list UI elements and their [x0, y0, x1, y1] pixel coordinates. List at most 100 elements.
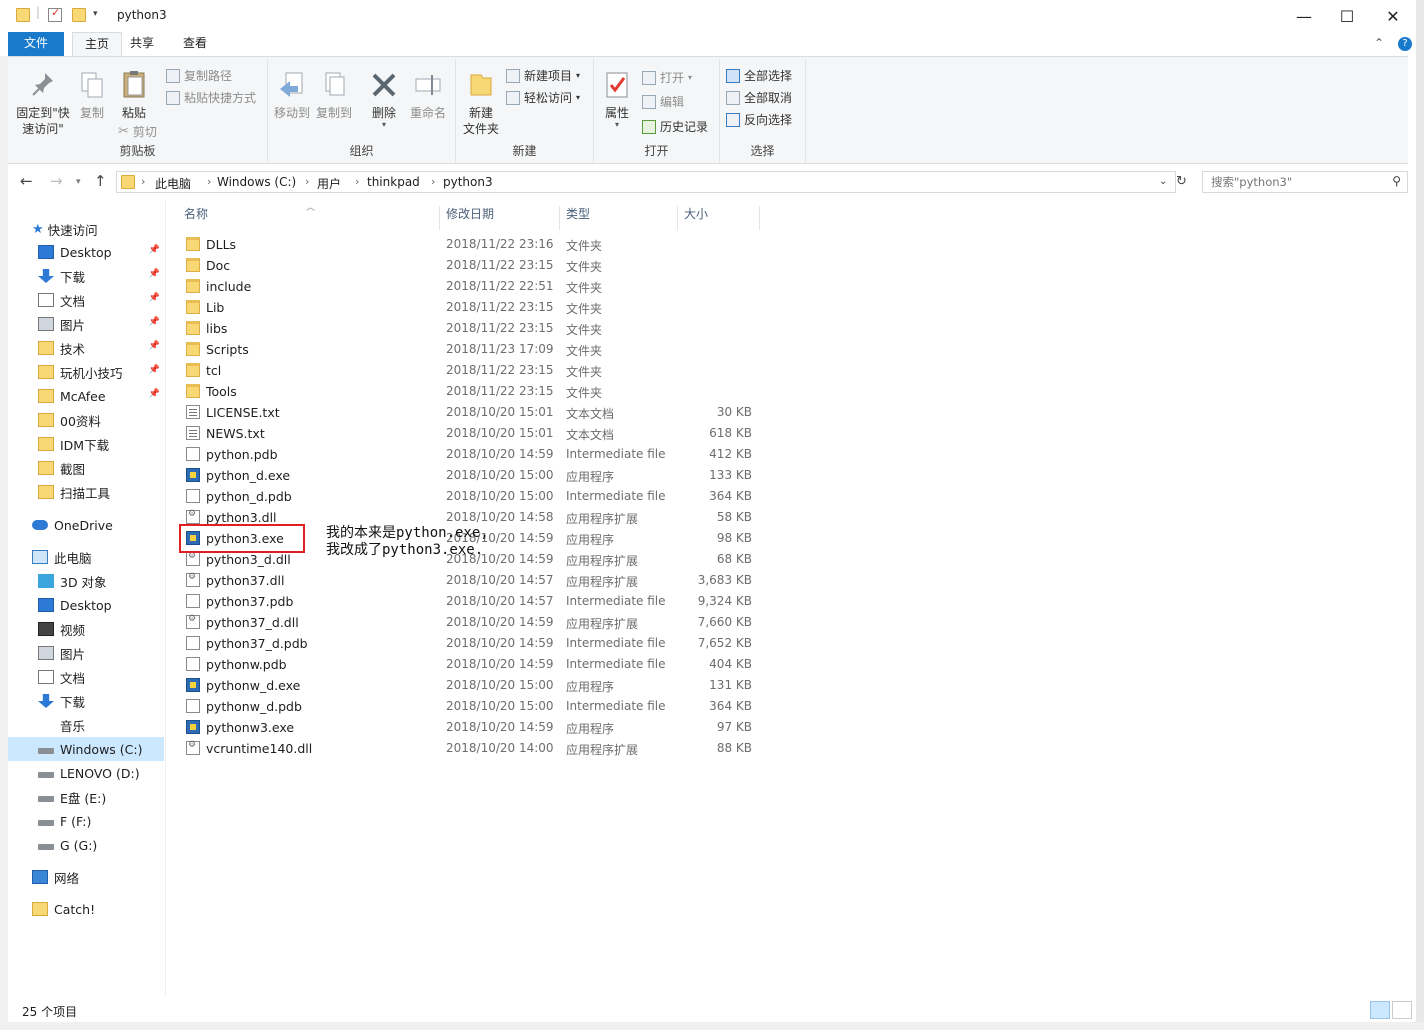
nav-pc-item-9[interactable]: E盘 (E:): [8, 785, 164, 809]
paste-shortcut-button[interactable]: 粘贴快捷方式: [166, 89, 256, 106]
nav-pc-item-3[interactable]: 图片: [8, 641, 164, 665]
nav-item-6[interactable]: McAfee 📌: [8, 384, 164, 408]
pin-quick-access-button[interactable]: 固定到"快 速访问": [12, 69, 74, 137]
select-all-button[interactable]: 全部选择: [726, 67, 792, 84]
file-row[interactable]: pythonw_d.exe 2018/10/20 15:00 应用程序 131 KB: [182, 675, 762, 696]
nav-pc-item-8[interactable]: LENOVO (D:): [8, 761, 164, 785]
properties-dropdown-icon[interactable]: ▾: [598, 121, 636, 129]
nav-item-4[interactable]: 技术 📌: [8, 336, 164, 360]
file-row[interactable]: pythonw.pdb 2018/10/20 14:59 Intermediate …: [182, 654, 762, 675]
search-icon[interactable]: ⚲: [1392, 174, 1401, 188]
close-button[interactable]: ✕: [1370, 0, 1416, 32]
delete-button[interactable]: 删除 ▾: [364, 69, 404, 129]
nav-pc-item-11[interactable]: G (G:): [8, 833, 164, 857]
nav-pc-item-7[interactable]: Windows (C:): [8, 737, 164, 761]
nav-item-1[interactable]: 下载 📌: [8, 264, 164, 288]
column-header-date[interactable]: 修改日期: [440, 206, 560, 230]
file-row[interactable]: vcruntime140.dll 2018/10/20 14:00 应用程序扩展 88…: [182, 738, 762, 759]
file-row[interactable]: tcl 2018/11/22 23:15 文件夹: [182, 360, 762, 381]
nav-pc-item-5[interactable]: 下载: [8, 689, 164, 713]
nav-pc-item-0[interactable]: 3D 对象: [8, 569, 164, 593]
collapse-ribbon-icon[interactable]: ⌃: [1374, 32, 1384, 56]
file-row[interactable]: pythonw_d.pdb 2018/10/20 15:00 Intermediat…: [182, 696, 762, 717]
address-dropdown-icon[interactable]: ⌄: [1159, 176, 1167, 187]
maximize-button[interactable]: ☐: [1324, 0, 1370, 32]
refresh-icon[interactable]: ↻: [1176, 174, 1187, 189]
easy-access-button[interactable]: 轻松访问 ▾: [506, 89, 580, 106]
minimize-button[interactable]: —: [1281, 0, 1327, 32]
nav-item-5[interactable]: 玩机小技巧 📌: [8, 360, 164, 384]
tab-share[interactable]: 共享: [118, 32, 166, 56]
nav-this-pc[interactable]: 此电脑: [8, 545, 164, 569]
pin-icon[interactable]: 📌: [149, 269, 160, 279]
history-button[interactable]: 历史记录: [642, 118, 708, 135]
cut-button[interactable]: ✂ 剪切: [118, 123, 157, 140]
file-row[interactable]: pythonw3.exe 2018/10/20 14:59 应用程序 97 KB: [182, 717, 762, 738]
pin-icon[interactable]: 📌: [149, 317, 160, 327]
edit-button[interactable]: 编辑: [642, 93, 684, 110]
details-view-icon[interactable]: [1370, 1001, 1390, 1019]
new-folder-button[interactable]: 新建 文件夹: [458, 69, 504, 137]
invert-selection-button[interactable]: 反向选择: [726, 111, 792, 128]
up-arrow-icon[interactable]: ↑: [94, 172, 107, 190]
breadcrumb-this-pc[interactable]: 此电脑: [155, 175, 191, 192]
properties-button[interactable]: 属性 ▾: [598, 69, 636, 129]
nav-item-10[interactable]: 扫描工具: [8, 480, 164, 504]
nav-pc-item-1[interactable]: Desktop: [8, 593, 164, 617]
file-row[interactable]: Doc 2018/11/22 23:15 文件夹: [182, 255, 762, 276]
nav-network[interactable]: 网络: [8, 865, 164, 889]
nav-item-3[interactable]: 图片 📌: [8, 312, 164, 336]
file-row[interactable]: python.pdb 2018/10/20 14:59 Intermediate f…: [182, 444, 762, 465]
column-header-size[interactable]: 大小: [678, 206, 760, 230]
back-arrow-icon[interactable]: ←: [20, 172, 33, 190]
pin-icon[interactable]: 📌: [149, 245, 160, 255]
nav-item-2[interactable]: 文档 📌: [8, 288, 164, 312]
file-row[interactable]: python_d.exe 2018/10/20 15:00 应用程序 133 KB: [182, 465, 762, 486]
tab-view[interactable]: 查看: [171, 32, 219, 56]
breadcrumb-thinkpad[interactable]: thinkpad: [367, 175, 420, 189]
tab-home[interactable]: 主页: [72, 32, 123, 56]
file-row[interactable]: python37_d.dll 2018/10/20 14:59 应用程序扩展 7,66…: [182, 612, 762, 633]
column-header-type[interactable]: 类型: [560, 206, 678, 230]
pin-icon[interactable]: 📌: [149, 389, 160, 399]
new-folder-quick-icon[interactable]: [72, 8, 86, 22]
breadcrumb-users[interactable]: 用户: [317, 175, 341, 192]
forward-arrow-icon[interactable]: →: [50, 172, 63, 190]
pin-icon[interactable]: 📌: [149, 365, 160, 375]
nav-item-0[interactable]: Desktop 📌: [8, 240, 164, 264]
column-header-name[interactable]: 名称: [178, 206, 440, 230]
address-bar[interactable]: › 此电脑 › Windows (C:) › 用户 › thinkpad › p…: [116, 171, 1176, 193]
search-box[interactable]: ⚲: [1202, 171, 1408, 193]
delete-dropdown-icon[interactable]: ▾: [364, 121, 404, 129]
open-button[interactable]: 打开 ▾: [642, 69, 692, 86]
nav-pc-item-4[interactable]: 文档: [8, 665, 164, 689]
nav-item-8[interactable]: IDM下载: [8, 432, 164, 456]
recent-locations-chevron-icon[interactable]: ▾: [76, 177, 81, 187]
move-to-button[interactable]: 移动到: [272, 69, 312, 121]
file-row[interactable]: Lib 2018/11/22 23:15 文件夹: [182, 297, 762, 318]
nav-quick-access[interactable]: ★ 快速访问: [8, 217, 164, 241]
file-row[interactable]: python37.dll 2018/10/20 14:57 应用程序扩展 3,683 …: [182, 570, 762, 591]
pin-icon[interactable]: 📌: [149, 341, 160, 351]
select-none-button[interactable]: 全部取消: [726, 89, 792, 106]
file-row[interactable]: Tools 2018/11/22 23:15 文件夹: [182, 381, 762, 402]
breadcrumb-python3[interactable]: python3: [443, 175, 493, 189]
large-icons-view-icon[interactable]: [1392, 1001, 1412, 1019]
copy-button[interactable]: 复制: [74, 69, 110, 121]
search-input[interactable]: [1211, 175, 1381, 189]
nav-onedrive[interactable]: OneDrive: [8, 513, 164, 537]
copy-to-button[interactable]: 复制到: [314, 69, 354, 121]
file-row[interactable]: include 2018/11/22 22:51 文件夹: [182, 276, 762, 297]
nav-pc-item-6[interactable]: 音乐: [8, 713, 164, 737]
nav-item-7[interactable]: 00资料: [8, 408, 164, 432]
paste-button[interactable]: 粘贴: [114, 69, 154, 121]
pin-icon[interactable]: 📌: [149, 293, 160, 303]
rename-button[interactable]: 重命名: [408, 69, 448, 121]
file-row[interactable]: LICENSE.txt 2018/10/20 15:01 文本文档 30 KB: [182, 402, 762, 423]
nav-pc-item-2[interactable]: 视频: [8, 617, 164, 641]
file-row[interactable]: NEWS.txt 2018/10/20 15:01 文本文档 618 KB: [182, 423, 762, 444]
file-row[interactable]: Scripts 2018/11/23 17:09 文件夹: [182, 339, 762, 360]
file-row[interactable]: libs 2018/11/22 23:15 文件夹: [182, 318, 762, 339]
file-row[interactable]: python_d.pdb 2018/10/20 15:00 Intermediate…: [182, 486, 762, 507]
file-row[interactable]: python37.pdb 2018/10/20 14:57 Intermediate…: [182, 591, 762, 612]
